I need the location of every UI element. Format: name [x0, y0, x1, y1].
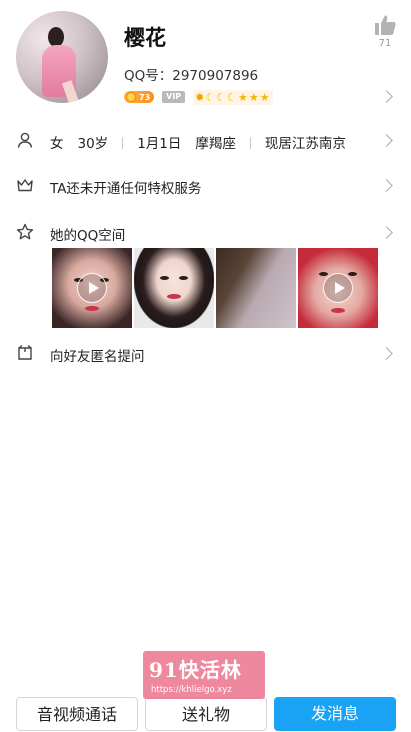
send-gift-button[interactable]: 送礼物 — [145, 697, 267, 731]
person-icon — [17, 132, 33, 148]
crown-icon — [17, 179, 33, 192]
avatar[interactable] — [16, 11, 108, 103]
nickname: 樱花 — [124, 26, 166, 50]
play-icon[interactable] — [77, 273, 107, 303]
qzone-title: 她的QQ空间 — [50, 228, 126, 244]
chevron-right-icon — [380, 179, 393, 192]
qzone-photo[interactable] — [216, 248, 296, 328]
sun-icon: ✹ — [195, 90, 205, 104]
birthday: 1月1日 — [137, 136, 182, 152]
profile-header[interactable]: 樱花 QQ号：2970907896 71 73 VIP ✹ ☾ ☾ ☾ ★ ★ … — [0, 0, 411, 118]
basic-info: 女 30岁 1月1日 摩羯座 现居江苏南京 — [50, 132, 360, 152]
photo-detail — [167, 294, 181, 299]
qzone-photo[interactable] — [52, 248, 132, 328]
chevron-right-icon — [380, 226, 393, 239]
qq-level-icons: ✹ ☾ ☾ ☾ ★ ★ ★ — [193, 89, 273, 105]
avatar-figure-head — [48, 27, 64, 47]
watermark-url: https://khlielgo.xyz — [151, 685, 232, 695]
send-message-button[interactable]: 发消息 — [274, 697, 396, 731]
qq-number: QQ号：2970907896 — [124, 68, 259, 84]
thumbs-up-icon — [375, 15, 396, 35]
chevron-right-icon — [380, 134, 393, 147]
chevron-right-icon — [380, 347, 393, 360]
photo-detail — [348, 272, 357, 276]
qzone-photo[interactable] — [134, 248, 214, 328]
privilege-text: TA还未开通任何特权服务 — [50, 181, 202, 197]
photo-detail — [331, 308, 345, 313]
play-icon[interactable] — [323, 273, 353, 303]
badge-row[interactable]: 73 VIP ✹ ☾ ☾ ☾ ★ ★ ★ — [124, 89, 273, 105]
star-outline-icon — [16, 223, 34, 240]
qzone-row[interactable]: 她的QQ空间 — [0, 217, 411, 247]
moon-icon: ☾ — [216, 90, 227, 104]
coin-icon — [126, 92, 136, 102]
location: 现居江苏南京 — [264, 136, 346, 152]
separator — [122, 137, 124, 149]
like-count: 71 — [378, 38, 392, 49]
photo-detail — [160, 276, 169, 280]
photo-detail — [319, 272, 328, 276]
anonymous-question-row[interactable]: 向好友匿名提问 — [0, 338, 411, 368]
watermark-title: 91快活林 — [149, 658, 242, 682]
moon-icon: ☾ — [205, 90, 216, 104]
zodiac: 摩羯座 — [195, 136, 236, 152]
qzone-photo[interactable] — [298, 248, 378, 328]
level-badge: 73 — [124, 91, 155, 103]
avatar-figure-leg — [61, 80, 81, 103]
gender: 女 — [50, 136, 64, 152]
qzone-photo-strip[interactable] — [52, 248, 380, 328]
anonymous-question-text: 向好友匿名提问 — [50, 349, 145, 365]
privilege-row[interactable]: TA还未开通任何特权服务 — [0, 170, 411, 200]
star-icon: ★ — [248, 90, 259, 104]
chevron-right-icon — [380, 90, 393, 103]
photo-detail — [85, 306, 99, 311]
video-call-button[interactable]: 音视频通话 — [16, 697, 138, 731]
basic-info-row[interactable]: 女 30岁 1月1日 摩羯座 现居江苏南京 — [0, 125, 411, 155]
moon-icon: ☾ — [227, 90, 238, 104]
watermark: 91快活林 https://khlielgo.xyz — [143, 651, 265, 699]
level-badge-value: 73 — [139, 92, 151, 102]
star-icon: ★ — [238, 90, 248, 104]
like-button[interactable]: 71 — [372, 14, 398, 49]
age: 30岁 — [77, 136, 109, 152]
photo-detail — [179, 276, 188, 280]
vip-badge: VIP — [162, 91, 186, 103]
action-bar: 音视频通话 送礼物 发消息 — [0, 695, 411, 731]
star-icon: ★ — [259, 90, 270, 104]
anonymous-box-icon — [18, 344, 32, 360]
separator — [249, 137, 251, 149]
